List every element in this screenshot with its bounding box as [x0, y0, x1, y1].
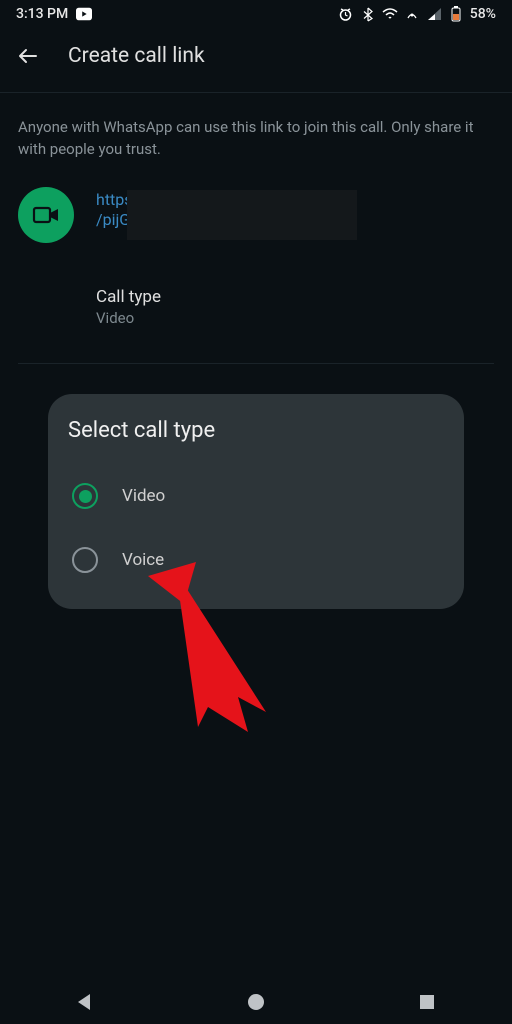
nav-home-button[interactable]	[236, 982, 276, 1022]
radio-label: Voice	[122, 550, 164, 570]
status-time: 3:13 PM	[16, 6, 68, 22]
square-recent-icon	[419, 994, 435, 1010]
page-title: Create call link	[68, 44, 205, 68]
battery-percent: 58%	[470, 6, 496, 22]
back-button[interactable]	[12, 40, 44, 72]
circle-home-icon	[247, 993, 265, 1011]
call-type-value: Video	[96, 309, 494, 327]
video-badge	[18, 187, 74, 243]
radio-option-voice[interactable]: Voice	[68, 535, 444, 585]
radio-option-video[interactable]: Video	[68, 471, 444, 521]
radio-icon-unselected	[72, 547, 98, 573]
triangle-back-icon	[75, 992, 95, 1012]
video-camera-icon	[32, 205, 60, 225]
radio-label: Video	[122, 486, 165, 506]
status-bar: 3:13 PM 58%	[0, 0, 512, 28]
select-call-type-sheet: Select call type Video Voice	[48, 394, 464, 609]
battery-icon	[448, 6, 464, 22]
signal-icon	[426, 6, 442, 22]
hotspot-icon	[404, 6, 420, 22]
navigation-bar	[0, 980, 512, 1024]
redacted-area	[127, 190, 357, 240]
youtube-icon	[76, 6, 92, 22]
divider	[18, 363, 494, 364]
description-text: Anyone with WhatsApp can use this link t…	[18, 117, 494, 161]
wifi-icon	[382, 6, 398, 22]
call-type-label: Call type	[96, 287, 494, 307]
nav-recent-button[interactable]	[407, 982, 447, 1022]
nav-back-button[interactable]	[65, 982, 105, 1022]
main-content: Anyone with WhatsApp can use this link t…	[0, 93, 512, 364]
radio-icon-selected	[72, 483, 98, 509]
sheet-title: Select call type	[68, 418, 444, 443]
call-type-block[interactable]: Call type Video	[96, 287, 494, 327]
bluetooth-icon	[360, 6, 376, 22]
call-link-row[interactable]: https/pijG	[18, 187, 494, 243]
arrow-left-icon	[16, 44, 40, 68]
alarm-icon	[338, 6, 354, 22]
app-bar: Create call link	[0, 28, 512, 84]
